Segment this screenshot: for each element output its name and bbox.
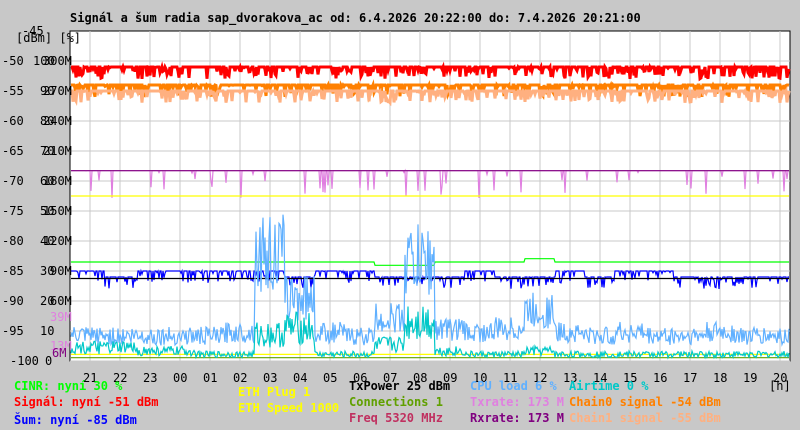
y-tick-dbm: -75 [2,204,24,218]
rate-marker-label: 39M [50,310,72,325]
y-tick-rate: 90M [50,264,72,278]
signal-noise-chart: Signál a šum radia sap_dvorakova_ac od: … [0,0,800,430]
y-tick-dbm: -55 [2,84,24,98]
y-tick-dbm: -90 [2,294,24,308]
legend-connections: Connections 1 [349,395,443,409]
y-tick-rate: 240M [43,114,72,128]
axis-units-label: [dBm] [%] [16,31,82,45]
legend-eth-plug: ETH Plug 1 [238,385,311,399]
x-tick-label: 03 [263,371,278,385]
y-tick-dbm: -100 [10,354,39,368]
x-unit-label: [h] [769,379,791,393]
x-tick-label: 05 [323,371,338,385]
y-tick-dbm: -95 [2,324,24,338]
y-tick-rate: 270M [43,84,72,98]
legend-rxrate: Rxrate: 173 M [470,411,564,425]
legend-txpower: TxPower 25 dBm [349,379,451,393]
legend-txrate: Txrate: 173 M [470,395,564,409]
y-tick-rate: 150M [43,204,72,218]
y-tick-dbm: -80 [2,234,24,248]
x-tick-label: 19 [743,371,758,385]
y-tick-dbm: -50 [2,54,24,68]
y-tick-rate: 180M [43,174,72,188]
legend-noise: Šum: nyní -85 dBm [14,413,137,427]
y-tick-rate: 120M [43,234,72,248]
y-tick-pct: 10 [40,324,55,338]
y-tick-dbm: -85 [2,264,24,278]
y-tick-dbm: -60 [2,114,24,128]
y-tick-dbm: -70 [2,174,24,188]
legend-freq: Freq 5320 MHz [349,411,443,425]
x-tick-label: 23 [143,371,158,385]
legend-airtime: Airtime 0 % [569,379,649,393]
legend-eth-speed: ETH Speed 1000 [238,401,340,415]
x-tick-label: 00 [173,371,188,385]
y-tick-rate: 300M [43,54,72,68]
y-tick-rate: 210M [43,144,72,158]
legend-signal: Signál: nyní -51 dBm [14,395,159,409]
x-tick-label: 04 [293,371,308,385]
x-tick-label: 01 [203,371,218,385]
x-tick-label: 02 [233,371,248,385]
y-tick-rate: 60M [50,294,72,308]
plot-area [69,30,791,362]
x-tick-label: 17 [683,371,698,385]
legend-chain1: Chain1 signal -55 dBm [569,411,721,425]
legend-chain0: Chain0 signal -54 dBm [569,395,721,409]
x-tick-label: 18 [713,371,728,385]
legend-cpu: CPU load 6 % [470,379,557,393]
legend-cinr: CINR: nyní 30 % [14,379,123,393]
rate-marker-label: 6M [52,346,67,361]
x-tick-label: 16 [653,371,668,385]
y-tick-dbm: -65 [2,144,24,158]
